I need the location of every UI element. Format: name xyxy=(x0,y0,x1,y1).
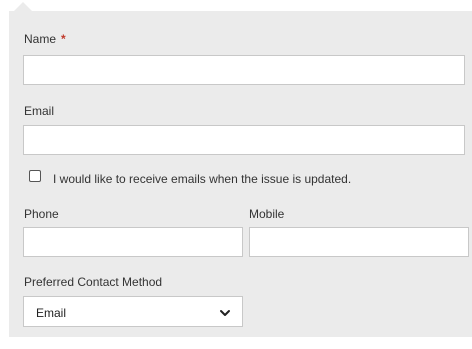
phone-label: Phone xyxy=(24,207,59,221)
name-label-text: Name xyxy=(24,32,57,46)
panel-pointer xyxy=(14,2,32,11)
email-updates-checkbox[interactable] xyxy=(29,170,41,182)
preferred-contact-value: Email xyxy=(36,306,67,320)
email-input[interactable] xyxy=(23,125,465,155)
preferred-contact-select[interactable]: Email xyxy=(23,296,243,327)
phone-input[interactable] xyxy=(23,227,243,257)
chevron-down-icon xyxy=(220,310,230,316)
email-updates-label: I would like to receive emails when the … xyxy=(53,172,352,186)
name-input[interactable] xyxy=(23,55,465,85)
required-asterisk: * xyxy=(61,32,66,46)
mobile-label: Mobile xyxy=(249,207,285,221)
email-label: Email xyxy=(24,104,55,118)
preferred-contact-label: Preferred Contact Method xyxy=(24,275,163,289)
name-label: Name * xyxy=(24,32,66,46)
mobile-input[interactable] xyxy=(249,227,469,257)
